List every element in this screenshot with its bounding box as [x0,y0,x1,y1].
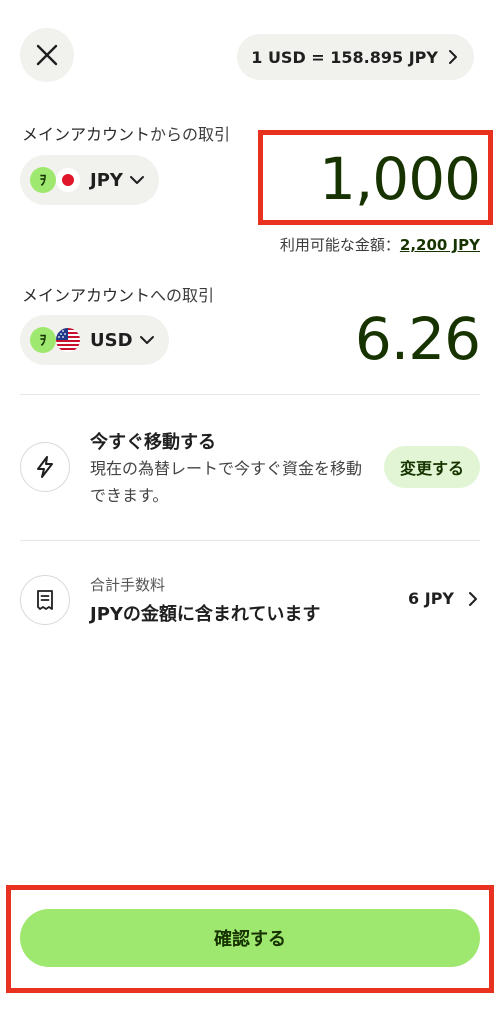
close-button[interactable] [20,28,74,82]
fee-label: 合計手数料 [90,576,166,594]
divider [20,540,480,541]
exchange-rate-text: 1 USD = 158.895 JPY [251,47,438,67]
wise-logo-icon: ｦ [30,327,56,353]
japan-flag-icon [54,166,82,194]
wise-logo-icon: ｦ [30,167,56,193]
close-icon [36,44,58,66]
to-currency-code: USD [90,329,133,351]
available-balance: 利用可能な金額：2,200 JPY [279,236,480,254]
exchange-rate-button[interactable]: 1 USD = 158.895 JPY [237,34,474,80]
lightning-icon [37,456,53,478]
available-balance-link[interactable]: 2,200 JPY [400,236,480,254]
us-flag-icon [54,326,82,354]
transfer-timing-title: 今すぐ移動する [90,432,216,453]
lightning-icon-wrapper [20,442,70,492]
to-account-label: メインアカウントへの取引 [22,286,215,305]
chevron-down-icon [139,336,154,344]
fee-details-button[interactable]: 6 JPY [408,589,478,608]
from-currency-code: JPY [90,169,123,191]
from-account-label: メインアカウントからの取引 [22,125,231,144]
highlight-box-confirm [6,885,494,993]
chevron-right-icon [469,591,477,606]
chevron-down-icon [129,176,144,184]
highlight-box-amount [258,130,493,225]
receipt-icon-wrapper [20,575,70,625]
to-amount-input[interactable]: 6.26 [355,305,481,373]
fee-value: 6 JPY [408,589,454,608]
fee-description: JPYの金額に含まれています [90,604,321,625]
divider [20,394,480,395]
transfer-timing-description: 現在の為替レートで今すぐ資金を移動できます。 [90,459,363,505]
change-timing-button[interactable]: 変更する [383,446,480,488]
from-currency-selector[interactable]: ｦ JPY [20,155,159,205]
to-currency-selector[interactable]: ｦ USD [20,315,169,365]
chevron-right-icon [449,50,457,64]
receipt-icon [37,590,53,610]
